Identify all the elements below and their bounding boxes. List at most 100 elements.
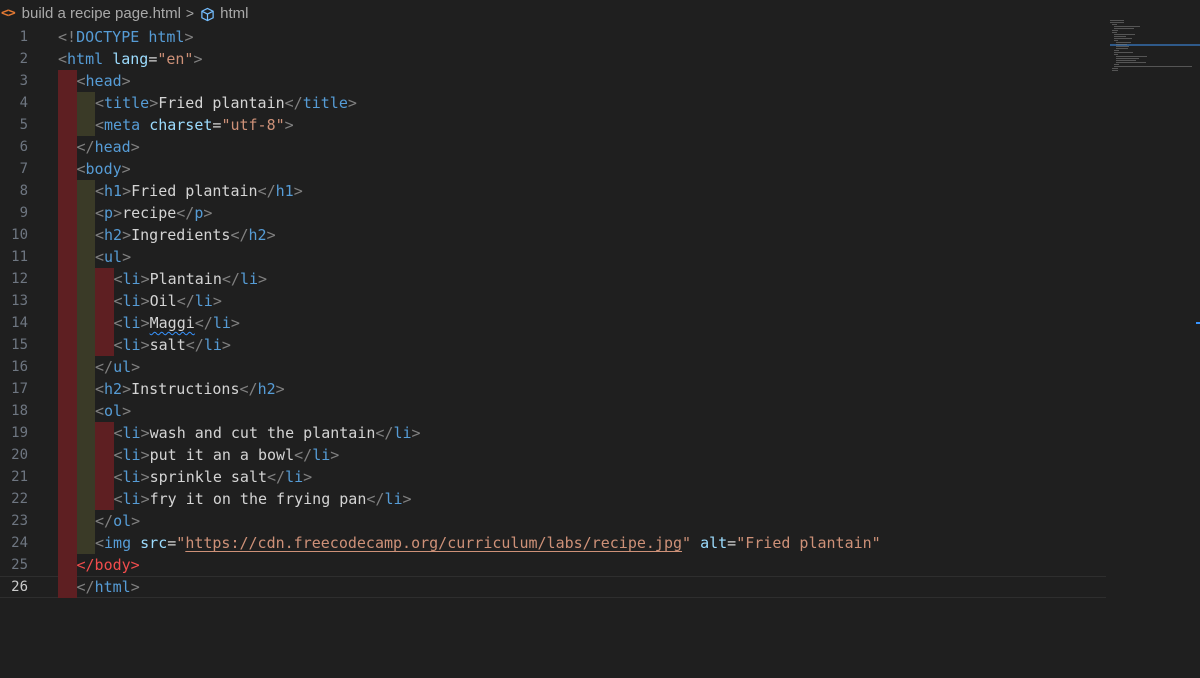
code-line[interactable]: 10 <h2>Ingredients</h2> — [0, 224, 1106, 246]
breadcrumb: <> build a recipe page.html > html — [0, 0, 1200, 26]
code-token: </ — [221, 270, 240, 288]
code-line[interactable]: 16 </ul> — [0, 356, 1106, 378]
indent-guide — [58, 290, 77, 312]
code-token: body — [85, 160, 122, 178]
code-line[interactable]: 12 <li>Plantain</li> — [0, 268, 1106, 290]
scrollbar-marker — [1196, 322, 1200, 324]
indent-guide — [76, 224, 95, 246]
minimap[interactable] — [1110, 18, 1200, 78]
code-token: < — [113, 468, 123, 486]
code-line[interactable]: 5 <meta charset="utf-8"> — [0, 114, 1106, 136]
line-number: 6 — [19, 139, 28, 155]
indent-guide — [76, 532, 95, 554]
code-token: = — [727, 534, 737, 552]
code-token: ul — [104, 248, 123, 266]
code-token: html — [94, 578, 131, 596]
code-text: <h2>Instructions</h2> — [95, 378, 285, 400]
code-line[interactable]: 18 <ol> — [0, 400, 1106, 422]
code-token: = — [167, 534, 177, 552]
code-token: li — [194, 292, 213, 310]
code-token: Instructions — [131, 380, 240, 398]
code-token: img — [104, 534, 141, 552]
code-line[interactable]: 15 <li>salt</li> — [0, 334, 1106, 356]
code-token: > — [212, 292, 222, 310]
code-line[interactable]: 17 <h2>Instructions</h2> — [0, 378, 1106, 400]
code-token: > — [121, 160, 131, 178]
code-token: > — [293, 182, 303, 200]
code-line[interactable]: 11 <ul> — [0, 246, 1106, 268]
code-token: h2 — [104, 380, 123, 398]
code-token: li — [312, 446, 331, 464]
code-token: > — [221, 336, 231, 354]
code-token: < — [113, 424, 123, 442]
indent-guide — [95, 422, 114, 444]
code-token: li — [122, 292, 141, 310]
minimap-line — [1114, 38, 1132, 39]
line-number: 8 — [19, 183, 28, 199]
code-token: " — [176, 534, 186, 552]
code-line[interactable]: 23 </ol> — [0, 510, 1106, 532]
code-token: > — [140, 336, 150, 354]
code-token: li — [203, 336, 222, 354]
code-line[interactable]: 14 <li>Maggi</li> — [0, 312, 1106, 334]
code-token: < — [95, 380, 105, 398]
minimap-line — [1116, 62, 1146, 63]
code-token: > — [140, 468, 150, 486]
code-token: > — [140, 424, 150, 442]
code-line[interactable]: 21 <li>sprinkle salt</li> — [0, 466, 1106, 488]
code-token: p — [104, 204, 114, 222]
breadcrumb-separator: > — [185, 5, 195, 21]
code-line[interactable]: 26 </html> — [0, 576, 1106, 598]
code-token: Maggi — [149, 314, 195, 332]
code-line[interactable]: 6 </head> — [0, 136, 1106, 158]
code-token: </ — [230, 226, 249, 244]
code-token: </ — [194, 314, 213, 332]
code-token: </ — [284, 94, 303, 112]
minimap-line — [1114, 66, 1193, 67]
code-text: <ol> — [95, 400, 131, 422]
code-line[interactable]: 20 <li>put it an a bowl</li> — [0, 444, 1106, 466]
code-token: salt — [149, 336, 186, 354]
code-token: > — [193, 50, 203, 68]
minimap-line — [1116, 44, 1127, 45]
code-token: < — [76, 160, 86, 178]
code-token: h2 — [248, 226, 267, 244]
indent-guide — [58, 444, 77, 466]
indent-guide — [58, 70, 77, 92]
code-line[interactable]: 3 <head> — [0, 70, 1106, 92]
code-token: alt — [700, 534, 728, 552]
code-line[interactable]: 25 </body> — [0, 554, 1106, 576]
code-line[interactable]: 24 <img src="https://cdn.freecodecamp.org… — [0, 532, 1106, 554]
code-line[interactable]: 22 <li>fry it on the frying pan</li> — [0, 488, 1106, 510]
code-token: > — [303, 468, 313, 486]
minimap-line — [1116, 60, 1136, 61]
code-line[interactable]: 13 <li>Oil</li> — [0, 290, 1106, 312]
breadcrumb-symbol[interactable]: html — [220, 5, 248, 22]
minimap-line — [1114, 34, 1135, 35]
code-line[interactable]: 8 <h1>Fried plantain</h1> — [0, 180, 1106, 202]
code-token: </ — [257, 182, 276, 200]
code-text: <li>salt</li> — [114, 334, 231, 356]
code-line[interactable]: 7 <body> — [0, 158, 1106, 180]
indent-guide — [76, 422, 95, 444]
code-line[interactable]: 2 <html lang="en"> — [0, 48, 1106, 70]
code-editor[interactable]: 1 <!DOCTYPE html> 2 <html lang="en"> 3 <head>… — [0, 26, 1200, 678]
code-token: > — [140, 270, 150, 288]
code-line[interactable]: 9 <p>recipe</p> — [0, 202, 1106, 224]
code-line[interactable]: 19 <li>wash and cut the plantain</li> — [0, 422, 1106, 444]
code-token: "en" — [157, 50, 194, 68]
minimap-line — [1116, 48, 1128, 49]
indent-guide — [58, 488, 77, 510]
code-line[interactable]: 4 <title>Fried plantain</title> — [0, 92, 1106, 114]
code-token: </ — [239, 380, 258, 398]
code-token: li — [122, 336, 141, 354]
breadcrumb-file[interactable]: build a recipe page.html — [22, 5, 181, 22]
code-token: </ — [76, 138, 95, 156]
code-token: ol — [113, 512, 132, 530]
code-line[interactable]: 1 <!DOCTYPE html> — [0, 26, 1106, 48]
indent-guide — [58, 554, 77, 576]
code-text: </body> — [77, 554, 140, 576]
code-token: title — [302, 94, 348, 112]
code-token: < — [113, 270, 123, 288]
